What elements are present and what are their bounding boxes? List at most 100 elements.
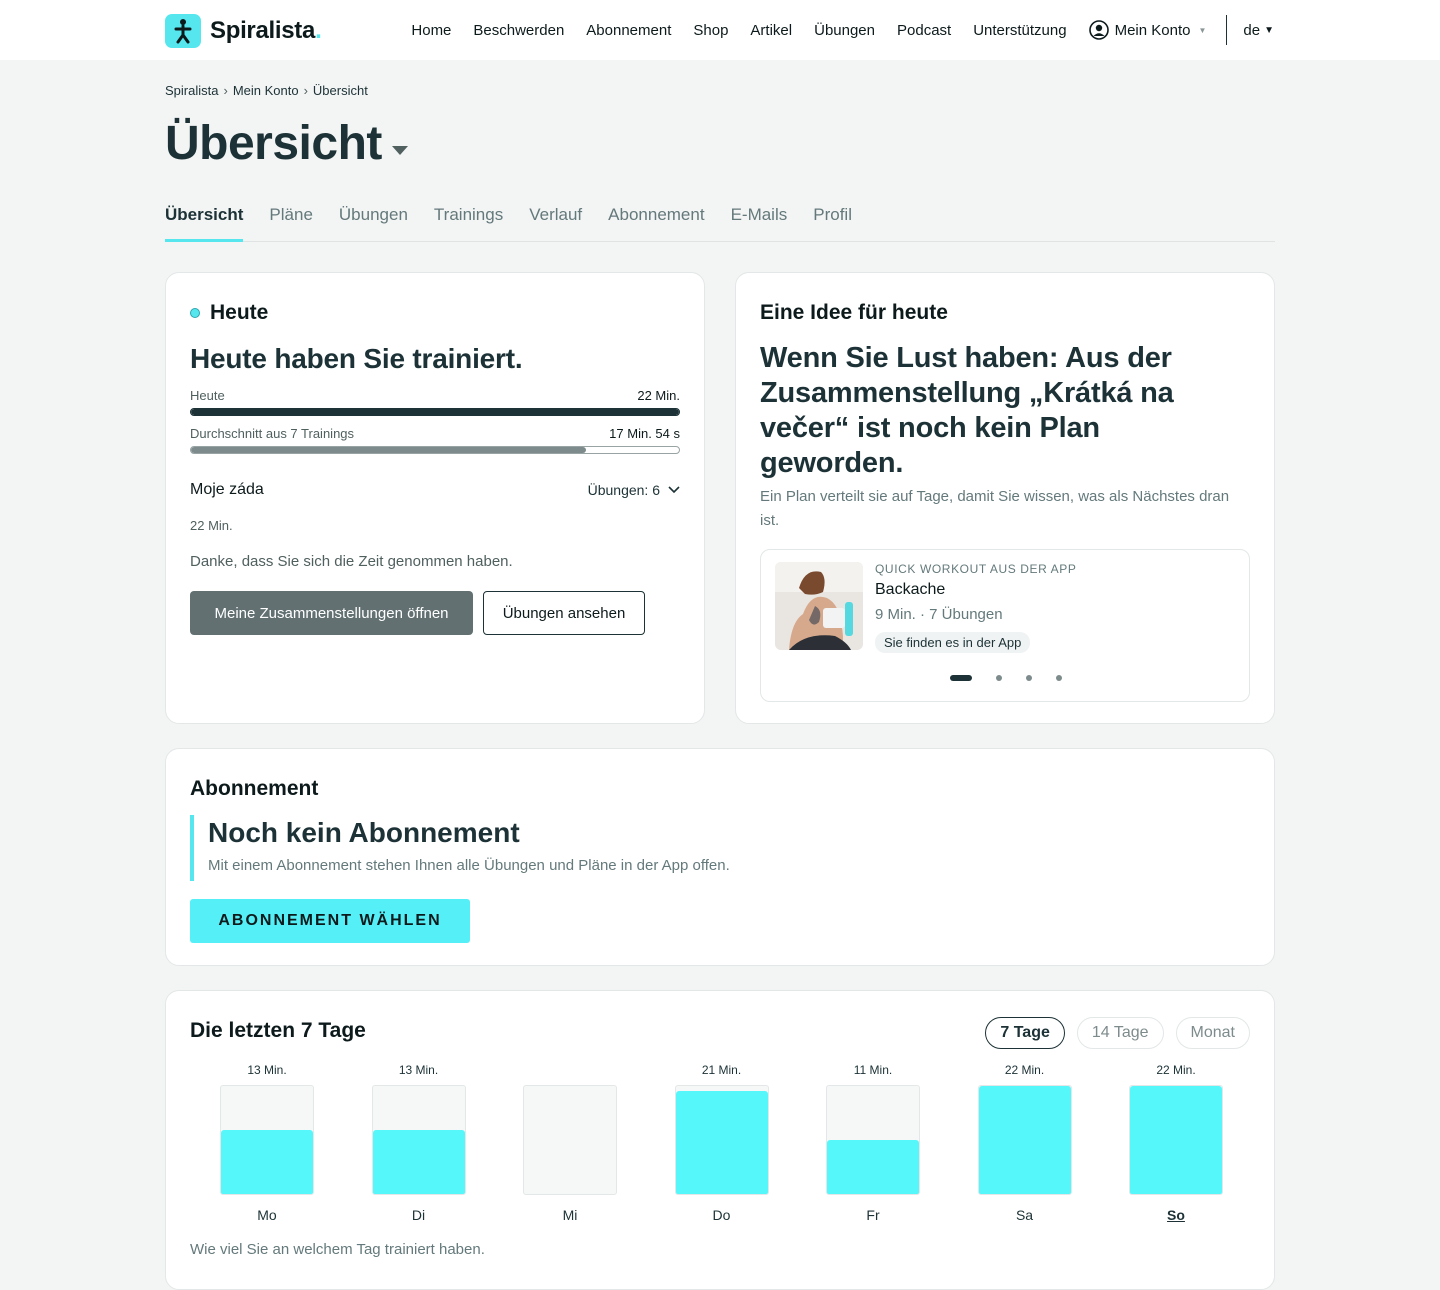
brand-dot: . xyxy=(315,17,322,44)
language-label: de xyxy=(1243,21,1261,39)
day-label: Sa xyxy=(1015,1207,1034,1223)
open-compilations-button[interactable]: Meine Zusammenstellungen öffnen xyxy=(190,591,473,635)
choose-subscription-button[interactable]: ABONNEMENT WÄHLEN xyxy=(190,899,470,943)
carousel-pagination xyxy=(761,675,1251,681)
bar xyxy=(372,1130,465,1194)
bar-slot xyxy=(674,1085,769,1195)
range-7-days[interactable]: 7 Tage xyxy=(985,1017,1065,1049)
today-bar-label: Heute xyxy=(190,388,225,403)
breadcrumb-item-home[interactable]: Spiralista xyxy=(165,83,218,98)
workout-carousel-item[interactable]: QUICK WORKOUT AUS DER APP Backache 9 Min… xyxy=(760,549,1250,702)
tab-emails[interactable]: E-Mails xyxy=(731,198,788,242)
language-selector[interactable]: de ▼ xyxy=(1243,22,1274,39)
workout-name: Backache xyxy=(875,581,946,598)
account-label: Mein Konto xyxy=(1114,21,1191,39)
subscription-heading: Abonnement xyxy=(190,777,319,800)
bar-value-label: 13 Min. xyxy=(398,1063,439,1077)
plan-row[interactable]: Moje záda Übungen: 6 xyxy=(190,481,680,499)
bar-value-label: 22 Min. xyxy=(1156,1063,1196,1077)
breadcrumb-separator-icon: › xyxy=(223,83,228,98)
subscription-title: Noch kein Abonnement xyxy=(208,817,520,848)
range-14-days[interactable]: 14 Tage xyxy=(1076,1017,1164,1049)
today-progress: Heute 22 Min. xyxy=(190,388,680,416)
carousel-dot-1[interactable] xyxy=(950,675,972,681)
carousel-dot-4[interactable] xyxy=(1056,675,1062,681)
bar-slot xyxy=(1129,1085,1223,1195)
today-bar-track xyxy=(190,408,680,416)
nav-abonnement[interactable]: Abonnement xyxy=(586,22,671,39)
page-title: Übersicht xyxy=(165,117,382,170)
tab-verlauf[interactable]: Verlauf xyxy=(529,198,582,242)
subscription-callout: Noch kein Abonnement Mit einem Abonnemen… xyxy=(190,815,730,881)
nav-divider xyxy=(1226,15,1228,45)
thanks-text: Danke, dass Sie sich die Zeit genommen h… xyxy=(190,553,513,570)
nav-home[interactable]: Home xyxy=(411,22,451,39)
bar xyxy=(675,1090,768,1194)
account-menu[interactable]: Mein Konto ▼ xyxy=(1088,20,1206,40)
tab-trainings[interactable]: Trainings xyxy=(434,198,503,242)
tab-uebersicht[interactable]: Übersicht xyxy=(165,198,244,242)
page-title-dropdown[interactable]: Übersicht xyxy=(165,117,408,171)
view-exercises-button[interactable]: Übungen ansehen xyxy=(483,591,645,635)
carousel-dot-2[interactable] xyxy=(996,675,1002,681)
nav-shop[interactable]: Shop xyxy=(693,22,728,39)
user-icon xyxy=(1088,20,1109,40)
average-bar-fill xyxy=(191,447,587,453)
bar xyxy=(827,1140,919,1194)
tab-uebungen[interactable]: Übungen xyxy=(339,198,408,242)
bar-value-label: 13 Min. xyxy=(247,1063,287,1077)
day-label: Fr xyxy=(866,1207,880,1223)
plan-name: Moje záda xyxy=(190,481,264,498)
exercise-count-toggle[interactable]: Übungen: 6 xyxy=(588,482,680,498)
nav-uebungen[interactable]: Übungen xyxy=(814,22,875,39)
bar-value-label: 21 Min. xyxy=(701,1063,742,1077)
week-card: Die letzten 7 Tage 7 Tage 14 Tage Monat … xyxy=(165,990,1275,1290)
today-card: Heute Heute haben Sie trainiert. Heute 2… xyxy=(165,272,705,724)
today-bar-value: 22 Min. xyxy=(637,388,680,403)
top-navigation-bar: Spiralista. Home Beschwerden Abonnement … xyxy=(0,0,1440,60)
bar-slot xyxy=(826,1085,920,1195)
plan-duration: 22 Min. xyxy=(190,518,233,533)
status-dot-icon xyxy=(190,308,200,318)
average-bar-label: Durchschnitt aus 7 Trainings xyxy=(190,426,355,441)
today-heading: Heute xyxy=(210,301,269,324)
breadcrumb: Spiralista › Mein Konto › Übersicht xyxy=(165,83,368,98)
tab-profil[interactable]: Profil xyxy=(813,198,852,242)
workout-thumbnail xyxy=(775,562,863,650)
today-message: Heute haben Sie trainiert. xyxy=(190,343,523,374)
workout-meta: 9 Min. · 7 Übungen xyxy=(875,606,1003,623)
week-note: Wie viel Sie an welchem Tag trainiert ha… xyxy=(190,1241,485,1258)
bar-slot xyxy=(371,1085,466,1195)
day-label: So xyxy=(1167,1207,1185,1223)
day-label: Di xyxy=(411,1207,426,1223)
nav-unterstuetzung[interactable]: Unterstützung xyxy=(973,22,1066,39)
idea-title: Wenn Sie Lust haben: Aus der Zusammenste… xyxy=(760,342,1174,479)
bar-value-label: 22 Min. xyxy=(1004,1063,1045,1077)
carousel-dot-3[interactable] xyxy=(1026,675,1032,681)
day-label: Mo xyxy=(257,1207,277,1223)
subscription-card: Abonnement Noch kein Abonnement Mit eine… xyxy=(165,748,1275,966)
main-nav: Home Beschwerden Abonnement Shop Artikel… xyxy=(389,0,1274,60)
breadcrumb-item-account[interactable]: Mein Konto xyxy=(233,83,299,98)
app-badge: Sie finden es in der App xyxy=(875,632,1031,653)
nav-podcast[interactable]: Podcast xyxy=(897,22,951,39)
tab-plaene[interactable]: Pläne xyxy=(269,198,312,242)
brand-name: Spiralista xyxy=(210,17,316,44)
average-bar-value: 17 Min. 54 s xyxy=(609,426,680,441)
nav-beschwerden[interactable]: Beschwerden xyxy=(473,22,564,39)
idea-description: Ein Plan verteilt sie auf Tage, damit Si… xyxy=(760,488,1230,529)
nav-artikel[interactable]: Artikel xyxy=(750,22,792,39)
range-month[interactable]: Monat xyxy=(1175,1017,1250,1049)
idea-card: Eine Idee für heute Wenn Sie Lust haben:… xyxy=(735,272,1275,724)
account-tabs: Übersicht Pläne Übungen Trainings Verlau… xyxy=(165,198,1275,242)
bar xyxy=(221,1130,313,1194)
brand-logo[interactable]: Spiralista. xyxy=(165,14,322,48)
today-bar-fill xyxy=(191,409,679,415)
caret-down-icon: ▼ xyxy=(1264,24,1274,36)
tab-abonnement[interactable]: Abonnement xyxy=(608,198,704,242)
day-label: Mi xyxy=(562,1207,578,1223)
idea-heading: Eine Idee für heute xyxy=(760,301,948,324)
subscription-description: Mit einem Abonnement stehen Ihnen alle Ü… xyxy=(208,857,730,874)
breadcrumb-separator-icon: › xyxy=(303,83,308,98)
workout-kicker: QUICK WORKOUT AUS DER APP xyxy=(875,562,1077,576)
